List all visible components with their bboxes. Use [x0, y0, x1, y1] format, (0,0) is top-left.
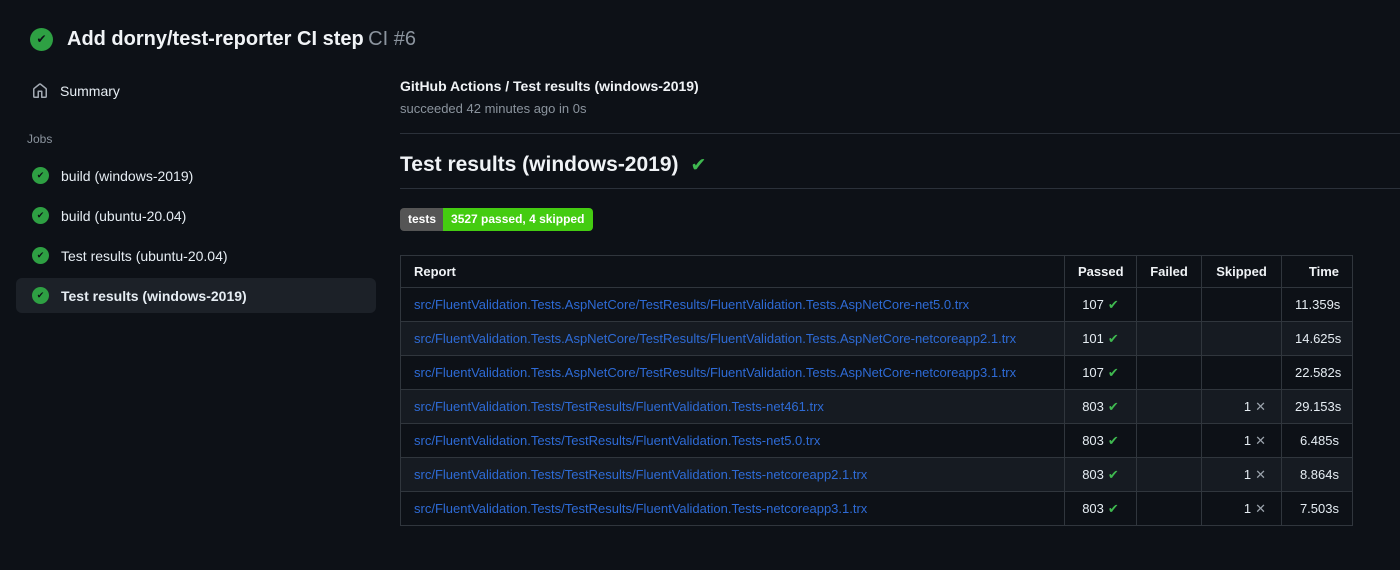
column-header-failed: Failed — [1136, 255, 1202, 288]
check-icon: ✔ — [1107, 330, 1119, 346]
check-icon: ✔ — [1107, 398, 1119, 414]
jobs-list: ✔ build (windows-2019) ✔ build (ubuntu-2… — [16, 158, 376, 313]
column-header-passed: Passed — [1064, 255, 1137, 288]
time-cell: 8.864s — [1281, 457, 1353, 492]
report-link[interactable]: src/FluentValidation.Tests.AspNetCore/Te… — [414, 331, 1016, 346]
column-header-time: Time — [1281, 255, 1353, 288]
check-run-title: GitHub Actions / Test results (windows-2… — [400, 78, 699, 94]
time-cell: 14.625s — [1281, 321, 1353, 356]
tests-badge[interactable]: tests 3527 passed, 4 skipped — [400, 208, 594, 231]
table-row: src/FluentValidation.Tests/TestResults/F… — [400, 423, 1353, 458]
main-content: GitHub Actions / Test results (windows-2… — [400, 76, 1400, 526]
time-cell: 22.582s — [1281, 355, 1353, 390]
job-success-icon: ✔ — [32, 207, 49, 224]
table-row: src/FluentValidation.Tests/TestResults/F… — [400, 389, 1353, 424]
cross-icon: ✕ — [1255, 432, 1266, 448]
check-run-status: succeeded 42 minutes ago in 0s — [400, 101, 587, 116]
time-cell: 6.485s — [1281, 423, 1353, 458]
time-cell: 29.153s — [1281, 389, 1353, 424]
table-row: src/FluentValidation.Tests.AspNetCore/Te… — [400, 321, 1353, 356]
run-success-icon: ✔ — [30, 27, 53, 51]
report-table-body: src/FluentValidation.Tests.AspNetCore/Te… — [400, 287, 1353, 526]
job-success-icon: ✔ — [32, 167, 49, 184]
job-label: Test results (windows-2019) — [61, 287, 247, 304]
tests-badge-value: 3527 passed, 4 skipped — [443, 208, 594, 231]
sidebar-summary-label: Summary — [60, 83, 120, 99]
time-cell: 11.359s — [1281, 287, 1353, 322]
time-cell: 7.503s — [1281, 491, 1353, 526]
report-link[interactable]: src/FluentValidation.Tests/TestResults/F… — [414, 501, 867, 516]
table-header-row: Report Passed Failed Skipped Time — [400, 255, 1353, 288]
job-success-icon: ✔ — [32, 287, 49, 304]
divider — [400, 188, 1400, 189]
jobs-section-label: Jobs — [27, 132, 53, 146]
job-label: build (ubuntu-20.04) — [61, 207, 187, 224]
job-label: build (windows-2019) — [61, 167, 194, 184]
check-icon: ✔ — [1107, 500, 1119, 516]
sidebar-item-summary[interactable]: Summary — [16, 76, 376, 106]
report-link[interactable]: src/FluentValidation.Tests/TestResults/F… — [414, 399, 824, 414]
column-header-report: Report — [400, 255, 1065, 288]
run-number: CI #6 — [368, 27, 416, 50]
sidebar-job-item[interactable]: ✔ build (windows-2019) — [16, 158, 376, 193]
sidebar: Summary Jobs ✔ build (windows-2019) ✔ bu… — [0, 76, 400, 526]
run-title: Add dorny/test-reporter CI step — [67, 27, 364, 50]
cross-icon: ✕ — [1255, 398, 1266, 414]
section-check-icon: ✔ — [690, 154, 707, 176]
run-header: ✔ Add dorny/test-reporter CI step CI #6 — [0, 0, 1400, 54]
table-row: src/FluentValidation.Tests.AspNetCore/Te… — [400, 287, 1353, 322]
report-link[interactable]: src/FluentValidation.Tests.AspNetCore/Te… — [414, 365, 1016, 380]
report-table: Report Passed Failed Skipped Time src/Fl… — [400, 255, 1353, 526]
check-icon: ✔ — [1107, 432, 1119, 448]
check-icon: ✔ — [1107, 466, 1119, 482]
column-header-skipped: Skipped — [1201, 255, 1282, 288]
tests-badge-label: tests — [400, 208, 444, 231]
sidebar-job-item[interactable]: ✔ Test results (ubuntu-20.04) — [16, 238, 376, 273]
section-title: Test results (windows-2019) — [400, 153, 679, 176]
job-label: Test results (ubuntu-20.04) — [61, 247, 228, 264]
sidebar-job-item[interactable]: ✔ Test results (windows-2019) — [16, 278, 376, 313]
table-row: src/FluentValidation.Tests/TestResults/F… — [400, 491, 1353, 526]
home-icon — [32, 83, 48, 99]
table-row: src/FluentValidation.Tests.AspNetCore/Te… — [400, 355, 1353, 390]
divider — [400, 133, 1400, 134]
cross-icon: ✕ — [1255, 466, 1266, 482]
sidebar-job-item[interactable]: ✔ build (ubuntu-20.04) — [16, 198, 376, 233]
cross-icon: ✕ — [1255, 500, 1266, 516]
report-link[interactable]: src/FluentValidation.Tests/TestResults/F… — [414, 433, 820, 448]
job-success-icon: ✔ — [32, 247, 49, 264]
table-row: src/FluentValidation.Tests/TestResults/F… — [400, 457, 1353, 492]
report-link[interactable]: src/FluentValidation.Tests/TestResults/F… — [414, 467, 867, 482]
check-icon: ✔ — [1107, 296, 1119, 312]
report-link[interactable]: src/FluentValidation.Tests.AspNetCore/Te… — [414, 297, 969, 312]
check-icon: ✔ — [1107, 364, 1119, 380]
